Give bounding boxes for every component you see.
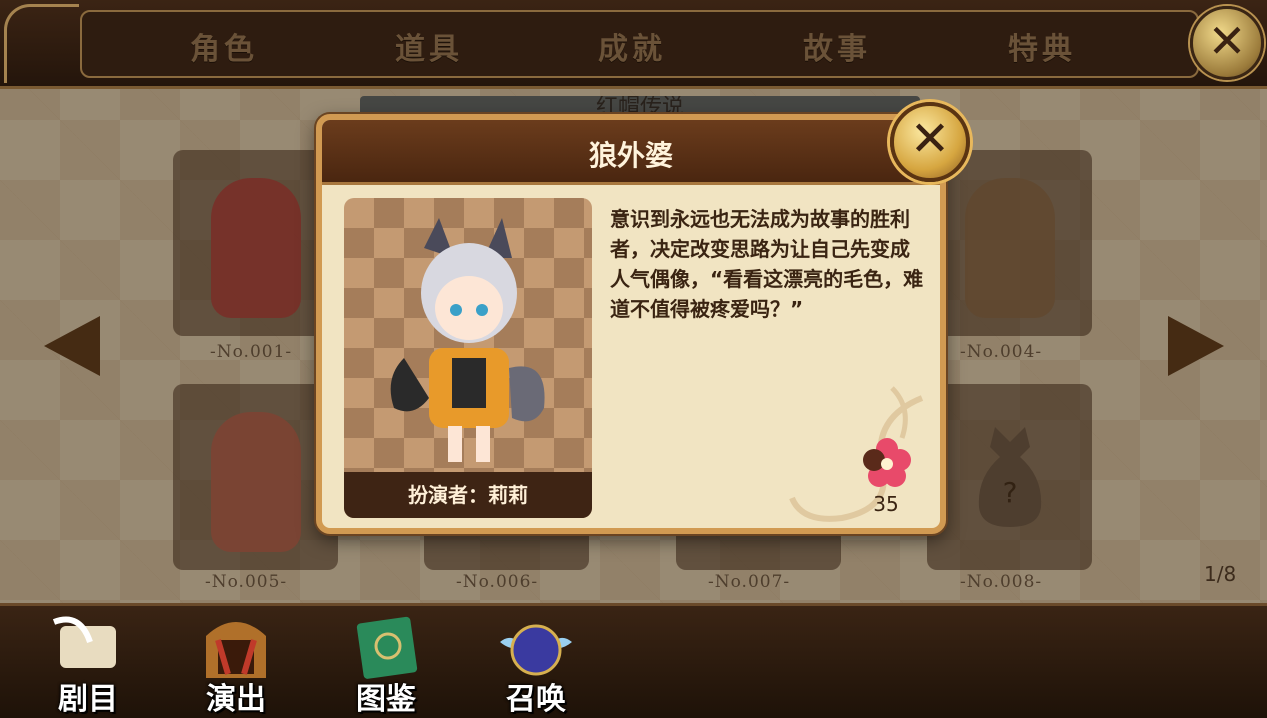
nav-label: 剧目 — [58, 682, 118, 717]
character-detail-popup: 狼外婆 扮演者：莉莉 意识到永远也无法成为故事的胜利者，决定改变思路为让自己先变… — [316, 114, 946, 534]
nav-label: 演出 — [206, 682, 266, 717]
book-icon — [356, 616, 418, 679]
tab-stories[interactable]: 故事 — [803, 24, 871, 68]
nav-performance-button[interactable]: 演出 — [186, 606, 286, 717]
nav-label: 图鉴 — [356, 682, 416, 717]
wolf-girl-character-image — [390, 218, 545, 462]
tab-characters[interactable]: 角色 — [190, 24, 258, 68]
tab-achievements[interactable]: 成就 — [598, 24, 666, 68]
nav-encyclopedia-button[interactable]: 图鉴 — [336, 606, 436, 717]
affection-value: 35 — [873, 492, 899, 516]
character-description: 意识到永远也无法成为故事的胜利者，决定改变思路为让自己先变成人气偶像，“看看这漂… — [610, 207, 924, 321]
summon-orb-icon — [500, 624, 572, 676]
nav-repertoire-button[interactable]: 剧目 — [38, 606, 138, 717]
sakura-affection-icon — [863, 438, 911, 487]
close-icon: ✕ — [909, 111, 951, 167]
scroll-quill-icon — [52, 616, 116, 668]
popup-header: 狼外婆 — [322, 120, 940, 185]
popup-title: 狼外婆 — [588, 139, 673, 172]
top-tab-bar: 角色 道具 成就 故事 特典 ✕ — [0, 0, 1267, 89]
character-portrait: 扮演者：莉莉 — [344, 198, 592, 518]
close-button[interactable]: ✕ — [1190, 6, 1264, 80]
tab-items[interactable]: 道具 — [395, 24, 463, 68]
close-icon: ✕ — [1207, 14, 1247, 68]
actor-label: 扮演者：莉莉 — [344, 472, 592, 518]
stage-icon — [206, 622, 266, 678]
nav-label: 召唤 — [506, 682, 566, 717]
corner-ornament-icon — [4, 4, 79, 83]
popup-close-button[interactable]: ✕ — [890, 102, 970, 182]
nav-summon-button[interactable]: 召唤 — [486, 606, 586, 717]
tab-bonus[interactable]: 特典 — [1008, 24, 1076, 68]
